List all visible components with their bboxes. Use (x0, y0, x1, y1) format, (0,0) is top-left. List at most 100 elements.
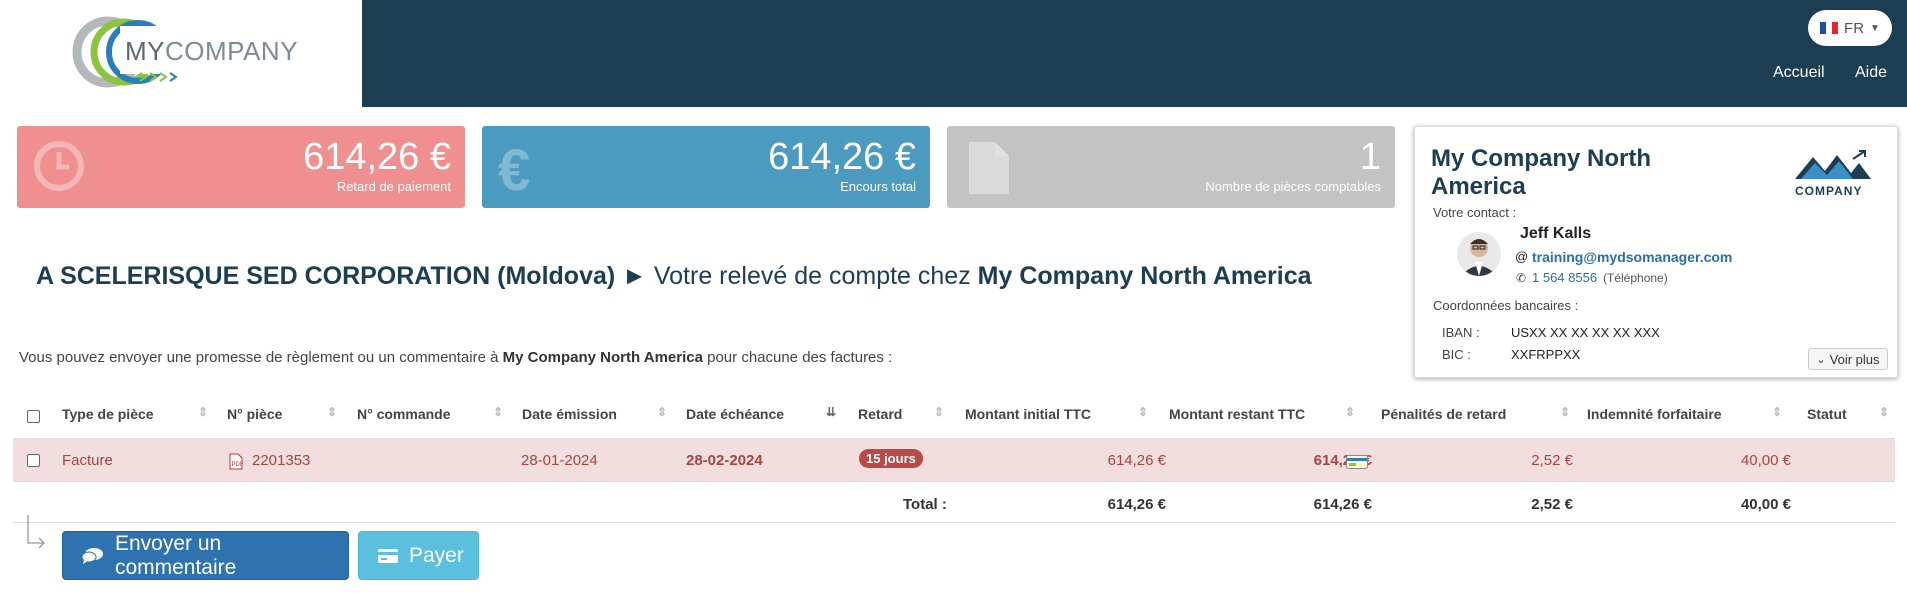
send-comment-button[interactable]: Envoyer un commentaire (62, 531, 349, 580)
tree-connector-icon (27, 515, 45, 549)
kpi-label: Encours total (840, 179, 916, 194)
cell-emission: 28-01-2024 (521, 452, 598, 469)
total-restant: 614,26 € (1313, 496, 1372, 513)
total-penalites: 2,52 € (1531, 496, 1573, 513)
language-label: FR (1844, 19, 1865, 37)
total-indemnite: 40,00 € (1740, 496, 1791, 513)
col-indemnite[interactable]: Indemnité forfaitaire (1587, 406, 1722, 422)
bank-details-label: Coordonnées bancaires : (1433, 298, 1579, 313)
sort-icon[interactable]: ⇕ (1138, 405, 1148, 419)
logo[interactable]: MYCOMPANY (0, 0, 362, 107)
sort-icon[interactable]: ⇕ (934, 405, 944, 419)
voir-plus-label: Voir plus (1829, 351, 1880, 367)
cell-penalites: 2,52 € (1531, 452, 1573, 469)
intro-before: Vous pouvez envoyer une promesse de règl… (19, 349, 499, 366)
pay-button[interactable]: Payer (358, 531, 479, 580)
pay-label: Payer (409, 543, 464, 567)
voir-plus-button[interactable]: ⌄ Voir plus (1808, 348, 1888, 370)
document-icon (969, 142, 1009, 194)
col-statut[interactable]: Statut (1807, 406, 1847, 422)
contact-phone-link[interactable]: 1 564 8556 (1532, 270, 1597, 285)
kpi-value: 614,26 € (768, 136, 916, 178)
credit-card-icon (378, 548, 398, 563)
iban-label: IBAN : (1442, 325, 1480, 340)
arrow-icon: ► (622, 262, 647, 290)
company-logo-icon (1795, 150, 1871, 179)
sort-icon[interactable]: ⇕ (198, 405, 208, 419)
intro-company: My Company North America (502, 349, 703, 366)
col-num-piece[interactable]: N° pièce (227, 406, 282, 422)
contact-name: Jeff Kalls (1520, 225, 1592, 242)
cell-piece-link[interactable]: 2201353 (252, 452, 310, 469)
col-type-piece[interactable]: Type de pièce (62, 406, 154, 422)
phone-type: (Téléphone) (1603, 271, 1668, 285)
company-name: My Company North America (1431, 145, 1652, 200)
iban-value: USXX XX XX XX XX XXX (1511, 325, 1660, 340)
sort-desc-icon[interactable]: ⇊ (826, 405, 836, 419)
sort-icon[interactable]: ⇕ (1345, 405, 1355, 419)
col-penalites[interactable]: Pénalités de retard (1381, 406, 1506, 422)
clock-icon (34, 141, 84, 191)
at-icon: @ (1515, 249, 1529, 264)
col-retard[interactable]: Retard (858, 406, 902, 422)
kpi-label: Retard de paiement (336, 179, 451, 194)
sort-icon[interactable]: ⇕ (1560, 405, 1570, 419)
col-montant-restant[interactable]: Montant restant TTC (1169, 406, 1305, 422)
card-payment-icon[interactable] (1346, 455, 1368, 469)
france-flag-icon (1820, 22, 1839, 34)
comment-icon (81, 547, 103, 564)
col-num-commande[interactable]: N° commande (357, 406, 451, 422)
cell-type: Facture (62, 452, 113, 469)
contact-email-link[interactable]: training@mydsomanager.com (1532, 249, 1732, 265)
col-date-echeance[interactable]: Date échéance (686, 406, 784, 422)
send-comment-label: Envoyer un commentaire (114, 531, 237, 579)
nav-accueil[interactable]: Accueil (1773, 64, 1825, 82)
client-name: A SCELERISQUE SED CORPORATION (Moldova) (36, 262, 616, 290)
cell-initial: 614,26 € (1107, 452, 1166, 469)
cell-echeance: 28-02-2024 (686, 452, 763, 469)
col-date-emission[interactable]: Date émission (522, 406, 617, 422)
total-label: Total : (903, 496, 947, 513)
svg-text:€: € (498, 138, 530, 198)
intro-after: pour chacune des factures : (707, 349, 893, 366)
col-montant-initial[interactable]: Montant initial TTC (965, 406, 1091, 422)
svg-text:PDF: PDF (232, 462, 244, 468)
company-card: My Company North America COMPANY Votre c… (1414, 126, 1898, 378)
bic-value: XXFRPPXX (1511, 347, 1581, 362)
sort-icon[interactable]: ⇕ (493, 405, 503, 419)
chevron-down-icon: ▼ (1870, 22, 1880, 34)
page-title: A SCELERISQUE SED CORPORATION (Moldova) … (36, 262, 1312, 291)
row-checkbox[interactable] (27, 454, 40, 467)
kpi-nombre-pieces: 1 Nombre de pièces comptables (947, 126, 1395, 208)
phone-icon: ✆ (1516, 271, 1527, 285)
kpi-retard-paiement: 614,26 € Retard de paiement (17, 126, 465, 208)
contact-label: Votre contact : (1433, 205, 1517, 220)
sort-icon[interactable]: ⇕ (327, 405, 337, 419)
sort-icon[interactable]: ⇕ (657, 405, 667, 419)
bic-label: BIC : (1442, 347, 1471, 362)
nav-aide[interactable]: Aide (1855, 64, 1887, 82)
top-header: MYCOMPANY FR ▼ Accueil Aide (0, 0, 1907, 107)
sort-icon[interactable]: ⇕ (1772, 405, 1782, 419)
intro-text: Vous pouvez envoyer une promesse de règl… (19, 349, 892, 366)
total-row: Total : 614,26 € 614,26 € 2,52 € 40,00 € (13, 483, 1895, 523)
cell-indemnite: 40,00 € (1740, 452, 1791, 469)
title-company: My Company North America (977, 262, 1312, 290)
kpi-value: 1 (1359, 136, 1381, 178)
table-header: Type de pièce ⇕ N° pièce ⇕ N° commande ⇕ Da… (13, 396, 1895, 436)
company-logo-text: COMPANY (1795, 184, 1863, 198)
kpi-value: 614,26 € (303, 136, 451, 178)
logo-text: MYCOMPANY (125, 36, 299, 66)
pdf-icon[interactable]: PDF (229, 453, 243, 470)
total-initial: 614,26 € (1107, 496, 1166, 513)
kpi-encours-total: € 614,26 € Encours total (482, 126, 930, 208)
euro-icon: € (498, 138, 530, 198)
table-row[interactable]: Facture PDF 2201353 28-01-2024 28-02-202… (13, 438, 1895, 482)
select-all-checkbox[interactable] (27, 410, 40, 423)
language-selector[interactable]: FR ▼ (1808, 10, 1892, 46)
sort-icon[interactable]: ⇕ (1879, 405, 1889, 419)
avatar (1457, 232, 1501, 276)
title-middle: Votre relevé de compte chez (653, 262, 971, 290)
retard-badge: 15 jours (859, 449, 923, 468)
kpi-label: Nombre de pièces comptables (1205, 179, 1381, 194)
